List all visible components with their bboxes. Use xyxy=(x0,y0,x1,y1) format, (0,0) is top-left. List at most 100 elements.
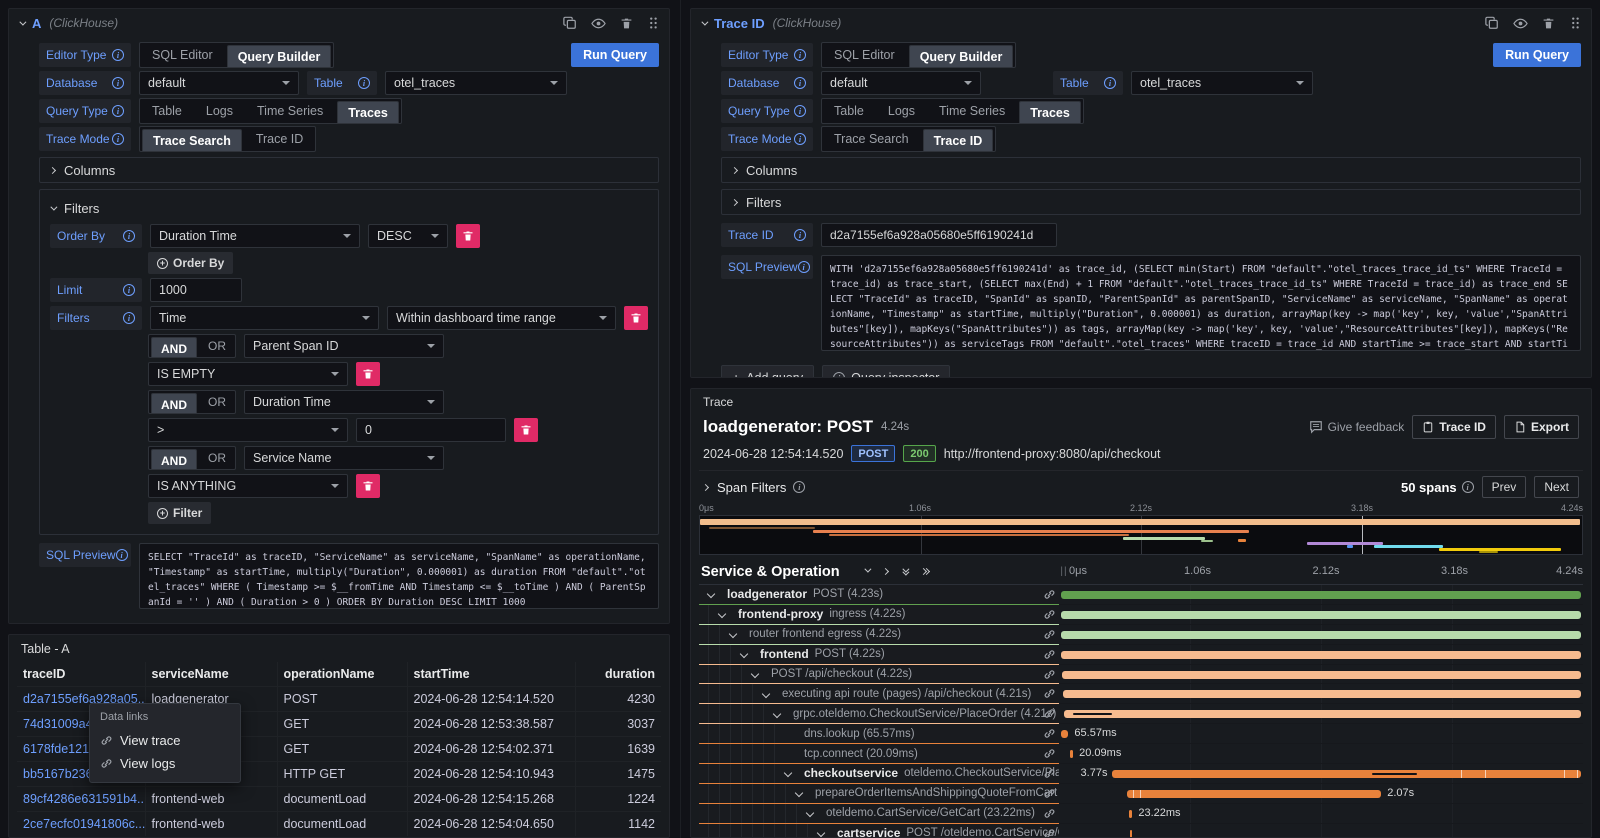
and-or-option-and[interactable]: AND xyxy=(151,449,197,470)
span-duration-bar[interactable] xyxy=(1127,790,1382,798)
chevron-down-icon[interactable] xyxy=(817,829,825,837)
order-by-direction-select[interactable]: DESC xyxy=(368,224,448,248)
editor-type-toggle-option-query-builder[interactable]: Query Builder xyxy=(909,45,1014,68)
delete-filter-button[interactable] xyxy=(514,418,538,442)
span-row[interactable]: cartservicePOST /oteldemo.CartService/Ge… xyxy=(699,824,1583,838)
trace-id-cell[interactable]: 2ce7ecfc01941806c... xyxy=(17,812,145,837)
span-row[interactable]: router frontend egress (4.22s) xyxy=(699,625,1583,645)
columns-section-toggle[interactable]: Columns xyxy=(721,157,1581,183)
run-query-button[interactable]: Run Query xyxy=(1493,43,1581,67)
span-name-cell[interactable]: cartservicePOST /oteldemo.CartService/Ge… xyxy=(699,824,1059,838)
chevron-down-icon[interactable] xyxy=(795,789,803,797)
filter-field-select[interactable]: Parent Span ID xyxy=(244,334,444,358)
span-duration-bar[interactable] xyxy=(1061,631,1581,639)
span-duration-bar[interactable] xyxy=(1070,750,1073,758)
span-name-cell[interactable]: frontend-proxyingress (4.22s) xyxy=(699,605,1059,625)
span-name-cell[interactable]: loadgeneratorPOST (4.23s) xyxy=(699,585,1059,605)
query-type-toggle-option-table[interactable]: Table xyxy=(140,99,194,123)
and-or-option-or[interactable]: OR xyxy=(199,391,235,413)
delete-order-by-button[interactable] xyxy=(456,224,480,248)
query-type-toggle-option-time-series[interactable]: Time Series xyxy=(245,99,335,123)
database-select[interactable]: default xyxy=(139,71,299,95)
span-row[interactable]: frontendPOST (4.22s) xyxy=(699,645,1583,665)
give-feedback-button[interactable]: Give feedback xyxy=(1309,420,1405,434)
editor-type-toggle-option-sql-editor[interactable]: SQL Editor xyxy=(822,43,907,67)
filters-section-toggle[interactable]: Filters xyxy=(50,198,648,218)
span-duration-bar[interactable] xyxy=(1061,730,1069,738)
chevron-down-icon[interactable] xyxy=(729,630,737,638)
collapse-query-icon[interactable] xyxy=(19,18,26,25)
query-inspector-button[interactable]: iQuery inspector xyxy=(140,623,268,624)
span-link-icon[interactable] xyxy=(1043,767,1056,784)
span-link-icon[interactable] xyxy=(1043,827,1056,838)
span-row[interactable]: tcp.connect (20.09ms)20.09ms xyxy=(699,744,1583,764)
span-row[interactable]: dns.lookup (65.57ms)65.57ms xyxy=(699,724,1583,744)
query-type-toggle-option-traces[interactable]: Traces xyxy=(1019,101,1081,124)
span-duration-bar[interactable] xyxy=(1061,591,1582,599)
trace-id-input[interactable] xyxy=(821,223,1057,247)
trace-id-link[interactable]: 2ce7ecfc01941806c... xyxy=(23,817,145,831)
span-duration-bar[interactable] xyxy=(1062,671,1582,679)
trace-mode-toggle-option-trace-search[interactable]: Trace Search xyxy=(822,127,921,151)
chevron-down-icon[interactable] xyxy=(740,650,748,658)
span-link-icon[interactable] xyxy=(1043,727,1056,744)
span-row[interactable]: loadgeneratorPOST (4.23s) xyxy=(699,585,1583,605)
trace-mode-toggle-option-trace-id[interactable]: Trace ID xyxy=(244,127,315,151)
span-link-icon[interactable] xyxy=(1043,787,1056,804)
prev-button[interactable]: Prev xyxy=(1482,476,1527,498)
table-select[interactable]: otel_traces xyxy=(1131,71,1313,95)
delete-query-button[interactable] xyxy=(1542,17,1555,30)
limit-input[interactable] xyxy=(150,278,242,302)
run-query-button[interactable]: Run Query xyxy=(571,43,659,67)
filters-section-toggle[interactable]: Filters xyxy=(721,189,1581,215)
and-or-option-and[interactable]: AND xyxy=(151,337,197,358)
delete-filter-button[interactable] xyxy=(356,474,380,498)
column-header-servicename[interactable]: serviceName xyxy=(145,662,277,687)
filter-field-select[interactable]: Duration Time xyxy=(244,390,444,414)
duplicate-query-button[interactable] xyxy=(1485,16,1499,30)
drag-handle-icon[interactable] xyxy=(647,16,659,30)
chevron-down-icon[interactable] xyxy=(806,809,814,817)
next-button[interactable]: Next xyxy=(1534,476,1579,498)
span-duration-bar[interactable] xyxy=(1129,810,1132,818)
filter-field-select[interactable]: Service Name xyxy=(244,446,444,470)
span-duration-bar[interactable] xyxy=(1061,611,1582,619)
span-name-cell[interactable]: frontendPOST (4.22s) xyxy=(699,645,1059,665)
editor-type-toggle-option-sql-editor[interactable]: SQL Editor xyxy=(140,43,225,67)
and-or-option-or[interactable]: OR xyxy=(199,335,235,357)
duplicate-query-button[interactable] xyxy=(563,16,577,30)
trace-id-link[interactable]: 89cf4286e631591b4... xyxy=(23,792,145,806)
span-name-cell[interactable]: dns.lookup (65.57ms) xyxy=(699,724,1059,744)
query-type-toggle-option-traces[interactable]: Traces xyxy=(337,101,399,124)
and-or-option-or[interactable]: OR xyxy=(199,447,235,469)
span-row[interactable]: frontend-proxyingress (4.22s) xyxy=(699,605,1583,625)
span-name-cell[interactable]: prepareOrderItemsAndShippingQuoteFromCar… xyxy=(699,784,1059,804)
chevron-down-icon[interactable] xyxy=(718,610,726,618)
query-inspector-button[interactable]: iQuery inspector xyxy=(822,365,950,378)
span-name-cell[interactable]: checkoutserviceoteldemo.CheckoutService/… xyxy=(699,764,1059,784)
table-select[interactable]: otel_traces xyxy=(385,71,567,95)
trace-mode-toggle-option-trace-id[interactable]: Trace ID xyxy=(923,129,994,152)
query-type-toggle-option-logs[interactable]: Logs xyxy=(194,99,245,123)
and-or-option-and[interactable]: AND xyxy=(151,393,197,414)
span-name-cell[interactable]: router frontend egress (4.22s) xyxy=(699,625,1059,645)
span-row[interactable]: oteldemo.CartService/GetCart (23.22ms)23… xyxy=(699,804,1583,824)
span-row[interactable]: grpc.oteldemo.CheckoutService/PlaceOrder… xyxy=(699,704,1583,724)
expand-all-icon[interactable] xyxy=(921,569,929,574)
span-link-icon[interactable] xyxy=(1043,687,1056,704)
span-name-cell[interactable]: executing api route (pages) /api/checkou… xyxy=(699,684,1059,704)
span-link-icon[interactable] xyxy=(1043,628,1056,645)
span-link-icon[interactable] xyxy=(1043,648,1056,665)
span-link-icon[interactable] xyxy=(1043,807,1056,824)
span-link-icon[interactable] xyxy=(1043,588,1056,605)
span-duration-bar[interactable] xyxy=(1112,770,1580,778)
filter-field-select[interactable]: Time xyxy=(150,306,379,330)
span-row[interactable]: prepareOrderItemsAndShippingQuoteFromCar… xyxy=(699,784,1583,804)
chevron-down-icon[interactable] xyxy=(762,690,770,698)
expand-one-icon[interactable] xyxy=(882,568,889,575)
span-link-icon[interactable] xyxy=(1043,747,1056,764)
span-duration-bar[interactable] xyxy=(1063,690,1581,698)
add-query-button[interactable]: +Add query xyxy=(39,623,132,624)
add-order-by-button[interactable]: +Order By xyxy=(148,252,233,274)
database-select[interactable]: default xyxy=(821,71,981,95)
